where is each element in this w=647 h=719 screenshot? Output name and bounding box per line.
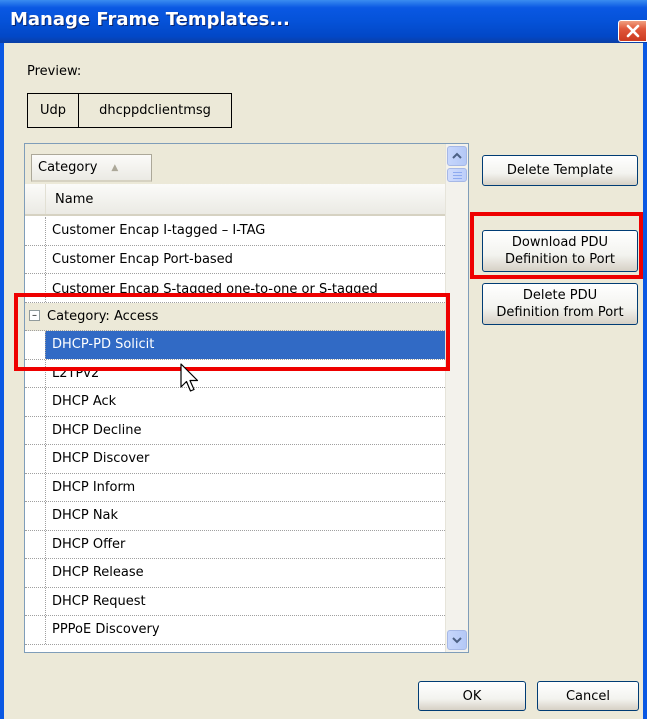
group-by-category-header[interactable]: Category ▲: [31, 154, 152, 182]
indent-header-cell: [25, 184, 46, 214]
chevron-up-icon: [452, 152, 462, 159]
table-row[interactable]: Customer Encap Port-based: [25, 245, 445, 274]
name-column-header[interactable]: Name: [25, 184, 445, 216]
vertical-scrollbar[interactable]: [445, 144, 468, 652]
table-row[interactable]: DHCP Decline: [25, 416, 445, 445]
title-bar[interactable]: Manage Frame Templates...: [0, 0, 647, 43]
download-pdu-label: Download PDU Definition to Port: [505, 234, 615, 268]
delete-template-button[interactable]: Delete Template: [482, 155, 638, 186]
row-name: DHCP Discover: [45, 445, 445, 473]
row-indent: [25, 530, 45, 558]
row-indent: [25, 559, 45, 587]
row-indent: [25, 217, 45, 245]
delete-pdu-label: Delete PDU Definition from Port: [496, 287, 623, 321]
row-name: DHCP Offer: [45, 530, 445, 558]
row-indent: [25, 445, 45, 473]
templates-grid[interactable]: Category ▲ Name Customer Encap I-tagged …: [24, 143, 469, 653]
thumb-grip: [453, 178, 462, 179]
preview-field-protocol: Udp: [27, 93, 79, 128]
group-row-label: Category: Access: [47, 308, 159, 324]
sort-ascending-icon: ▲: [111, 162, 119, 173]
delete-pdu-button[interactable]: Delete PDU Definition from Port: [482, 283, 638, 325]
row-name: DHCP Release: [45, 559, 445, 587]
scroll-down-button[interactable]: [447, 630, 467, 650]
row-name: DHCP Ack: [45, 388, 445, 416]
row-indent: [25, 416, 45, 444]
name-column-label: Name: [55, 192, 94, 207]
delete-pdu-line1: Delete PDU: [522, 288, 598, 303]
download-pdu-line1: Download PDU: [511, 235, 609, 250]
row-name: DHCP Nak: [45, 502, 445, 530]
close-button[interactable]: [618, 20, 647, 42]
table-row[interactable]: DHCP Nak: [25, 502, 445, 531]
row-name: DHCP Request: [45, 587, 445, 615]
download-pdu-button[interactable]: Download PDU Definition to Port: [482, 230, 638, 272]
mouse-pointer-icon: [180, 363, 199, 392]
row-indent: [25, 245, 45, 273]
table-row[interactable]: DHCP Offer: [25, 530, 445, 559]
thumb-grip: [453, 175, 462, 176]
thumb-grip: [453, 172, 462, 173]
table-row[interactable]: DHCP Request: [25, 587, 445, 616]
table-row[interactable]: PPPoE Discovery: [25, 616, 445, 645]
table-row[interactable]: DHCP Discover: [25, 445, 445, 474]
row-name: Customer Encap Port-based: [45, 245, 445, 273]
row-indent: [25, 473, 45, 501]
ok-button[interactable]: OK: [418, 681, 526, 711]
category-group-row-access[interactable]: – Category: Access: [25, 302, 445, 331]
template-rows: Customer Encap I-tagged – I-TAG Customer…: [25, 217, 445, 645]
window-border-right: [643, 43, 647, 719]
row-name: DHCP-PD Solicit: [45, 331, 445, 359]
scroll-thumb[interactable]: [447, 168, 467, 182]
row-indent: [25, 502, 45, 530]
group-by-category-label: Category: [38, 160, 98, 175]
row-indent: [25, 359, 45, 387]
manage-frame-templates-dialog: Manage Frame Templates... Preview: Udp d…: [0, 0, 647, 719]
delete-pdu-line2: Definition from Port: [496, 305, 624, 320]
download-pdu-line2: Definition to Port: [504, 252, 616, 267]
table-row[interactable]: L2TPv2: [25, 359, 445, 388]
row-indent: [25, 331, 45, 359]
table-row[interactable]: Customer Encap S-tagged one-to-one or S-…: [25, 274, 445, 310]
close-icon: [626, 24, 640, 38]
row-indent: [25, 274, 45, 302]
row-name: PPPoE Discovery: [45, 616, 445, 644]
cancel-button[interactable]: Cancel: [537, 681, 639, 711]
scroll-up-button[interactable]: [447, 146, 467, 166]
group-by-area: Category ▲: [25, 144, 445, 184]
table-row[interactable]: DHCP Inform: [25, 473, 445, 502]
table-row[interactable]: DHCP Release: [25, 559, 445, 588]
chevron-down-icon: [452, 637, 462, 644]
table-row[interactable]: DHCP Ack: [25, 388, 445, 417]
dialog-title: Manage Frame Templates...: [10, 9, 290, 30]
table-row[interactable]: Customer Encap I-tagged – I-TAG: [25, 217, 445, 246]
row-name: DHCP Decline: [45, 416, 445, 444]
row-indent: [25, 388, 45, 416]
row-indent: [25, 616, 45, 644]
table-row-selected[interactable]: DHCP-PD Solicit: [25, 331, 445, 360]
preview-label: Preview:: [27, 64, 82, 79]
collapse-minus-icon[interactable]: –: [29, 309, 40, 321]
preview-field-template: dhcppdclientmsg: [78, 93, 232, 128]
row-indent: [25, 587, 45, 615]
window-border-left: [0, 43, 4, 719]
row-name: DHCP Inform: [45, 473, 445, 501]
row-name: L2TPv2: [45, 359, 445, 387]
row-name: Customer Encap I-tagged – I-TAG: [45, 217, 445, 245]
